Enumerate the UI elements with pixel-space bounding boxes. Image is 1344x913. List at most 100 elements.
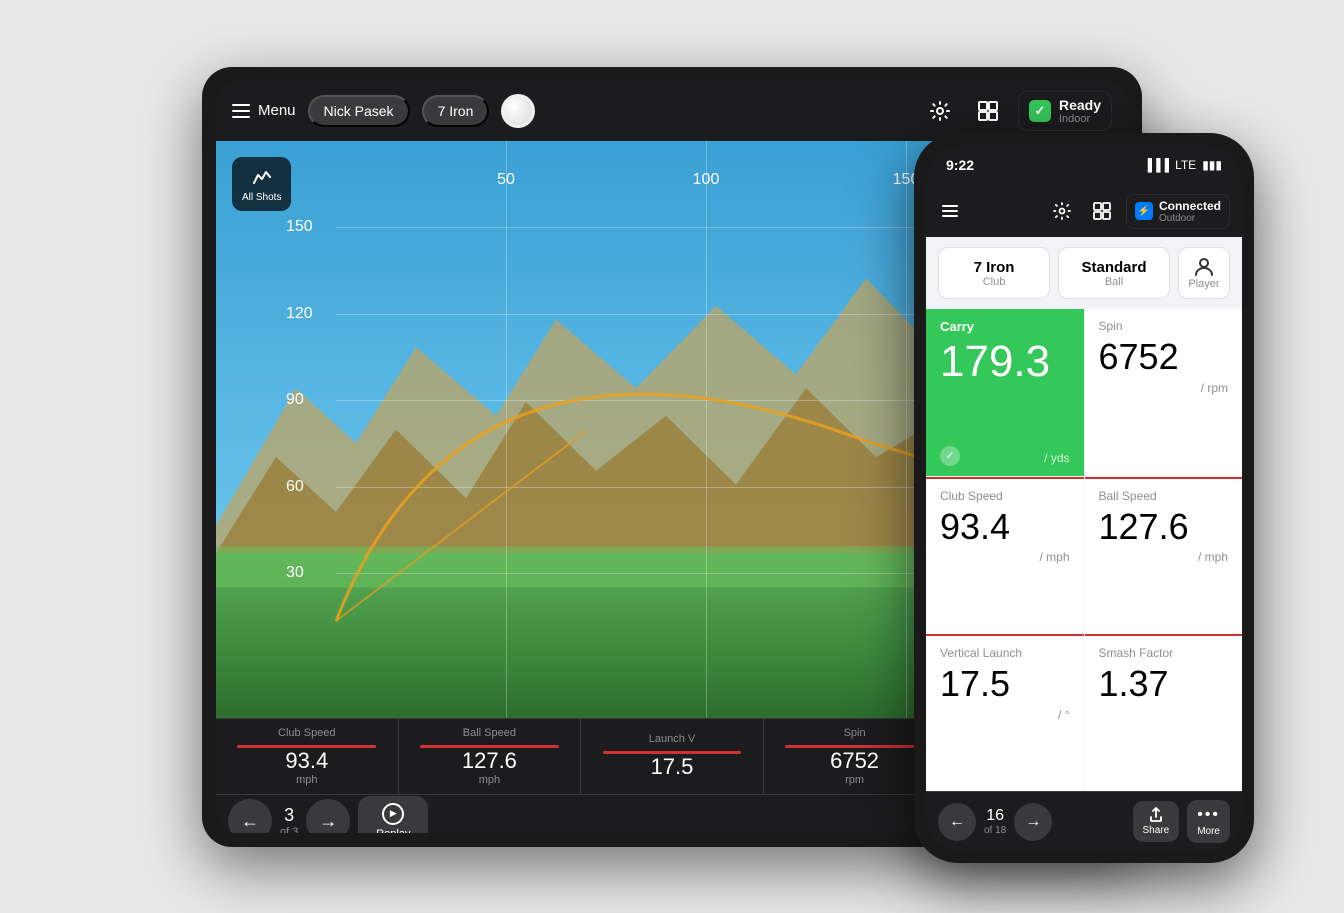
phone-page-info: 16 of 18 [984,807,1006,836]
back-button[interactable]: ← [228,799,272,833]
stat-club-speed-header: Club Speed [940,489,1070,503]
ball-label: Ball [1067,276,1161,288]
ball-selector[interactable]: Standard Ball [1058,247,1170,299]
stat-launch-v-value: 17.5 [651,754,694,780]
stat-spin-unit: / rpm [1099,381,1229,395]
stat-spin-cell: Spin 6752 / rpm [1085,309,1243,476]
connected-badge: ⚡ Connected Outdoor [1126,194,1230,229]
stat-club-speed-unit: / mph [940,550,1070,564]
phone-screen: 9:22 ▐▐▐ LTE ▮▮▮ [926,145,1242,851]
carry-check-icon: ✓ [940,446,960,466]
check-icon: ✓ [1029,100,1051,122]
phone-back-button[interactable]: ← [938,803,976,841]
player-label: Player [1188,278,1219,290]
ready-title: Ready [1059,97,1101,113]
phone-status-right: ▐▐▐ LTE ▮▮▮ [1144,158,1222,172]
phone-status-bar: 9:22 ▐▐▐ LTE ▮▮▮ [926,145,1242,185]
stat-carry-header: Carry [940,319,1070,334]
ready-text: Ready Indoor [1059,97,1101,125]
phone-forward-button[interactable]: → [1014,803,1052,841]
phone-stats-grid: Carry 179.3 ✓ / yds Spin 6752 / rpm Club… [926,309,1242,791]
connected-text: Connected Outdoor [1159,199,1221,224]
all-shots-button[interactable]: All Shots [232,157,291,211]
battery-icon: ▮▮▮ [1202,158,1222,172]
stat-vert-launch-unit: / ° [940,708,1070,722]
stat-club-speed: Club Speed 93.4 mph [216,719,399,794]
settings-button[interactable] [922,93,958,129]
phone-more-button[interactable]: ••• More [1187,800,1230,843]
phone-time: 9:22 [946,157,974,173]
club-selector[interactable]: 7 Iron Club [938,247,1050,299]
ball-icon [504,97,532,125]
club-value: 7 Iron [947,259,1041,276]
stat-carry-cell: Carry 179.3 ✓ / yds [926,309,1084,476]
stat-launch-v: Launch V 17.5 [581,719,764,794]
stat-spin-header: Spin [1099,319,1229,333]
ball-button[interactable] [501,94,535,128]
hamburger-icon [232,104,250,118]
shots-icon [250,165,274,189]
stat-ball-speed-value: 127.6 [1099,507,1229,547]
stat-ball-speed-unit: / mph [1099,550,1229,564]
stat-spin-unit: rpm [845,774,864,786]
phone-share-button[interactable]: Share [1133,801,1180,842]
phone-grid-button[interactable] [1086,195,1118,227]
stat-ball-speed-unit: mph [479,774,500,786]
replay-button[interactable]: Replay [358,796,428,833]
lte-label: LTE [1175,158,1196,172]
phone-more-label: More [1197,826,1220,837]
stat-smash-cell: Smash Factor 1.37 [1085,634,1243,791]
stat-club-speed-cell: Club Speed 93.4 / mph [926,477,1084,634]
stat-vert-launch-cell: Vertical Launch 17.5 / ° [926,634,1084,791]
stat-smash-header: Smash Factor [1099,646,1229,660]
ready-sub: Indoor [1059,113,1101,125]
ready-badge: ✓ Ready Indoor [1018,91,1112,131]
stat-ball-speed-value: 127.6 [462,748,517,774]
bluetooth-icon: ⚡ [1135,202,1153,220]
stat-spin-label: Spin [844,727,866,739]
stat-carry-value: 179.3 [940,338,1070,386]
stat-vert-launch-value: 17.5 [940,664,1070,704]
all-shots-label: All Shots [242,192,281,203]
player-selector[interactable]: Player [1178,247,1230,299]
stat-ball-speed: Ball Speed 127.6 mph [399,719,582,794]
connected-sub: Outdoor [1159,213,1221,224]
phone-page-number: 16 [984,807,1006,825]
stat-vert-launch-header: Vertical Launch [940,646,1070,660]
phone-bottom-nav: ← 16 of 18 → Share ••• More [926,791,1242,851]
forward-button[interactable]: → [306,799,350,833]
phone-settings-button[interactable] [1046,195,1078,227]
page-number: 3 [280,805,298,826]
stat-club-speed-label: Club Speed [278,727,336,739]
share-label: Share [1143,825,1170,836]
phone-page-sub: of 18 [984,825,1006,836]
club-label: Club [947,276,1041,288]
replay-icon [382,803,404,825]
phone-topbar: ⚡ Connected Outdoor [926,185,1242,237]
player-pill[interactable]: Nick Pasek [308,95,410,127]
tablet-topbar: Menu Nick Pasek 7 Iron [216,81,1128,141]
stat-spin-value: 6752 [1099,337,1229,377]
grid-view-button[interactable] [970,93,1006,129]
phone-club-row: 7 Iron Club Standard Ball Player [926,237,1242,309]
menu-label: Menu [258,102,296,119]
stat-smash-value: 1.37 [1099,664,1229,704]
ball-value: Standard [1067,259,1161,276]
page-sub: of 3 [280,826,298,833]
stat-club-speed-value: 93.4 [285,748,328,774]
phone-menu-button[interactable] [938,201,962,221]
signal-bars-icon: ▐▐▐ [1144,158,1170,172]
stat-club-speed-unit: mph [296,774,317,786]
page-info: 3 of 3 [280,805,298,833]
stat-ball-speed-label: Ball Speed [463,727,516,739]
stat-launch-v-label: Launch V [649,733,695,745]
stat-ball-speed-cell: Ball Speed 127.6 / mph [1085,477,1243,634]
stat-club-speed-value: 93.4 [940,507,1070,547]
replay-label: Replay [376,828,410,833]
stat-carry-unit: / yds [1044,451,1069,465]
stat-spin-value: 6752 [830,748,879,774]
menu-button[interactable]: Menu [232,102,296,119]
stat-ball-speed-header: Ball Speed [1099,489,1229,503]
connected-title: Connected [1159,199,1221,213]
club-pill[interactable]: 7 Iron [422,95,490,127]
